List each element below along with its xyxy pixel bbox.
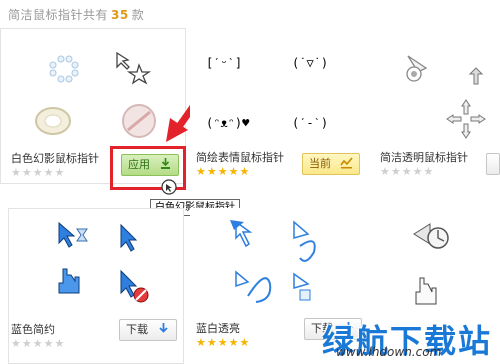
theme-name[interactable]: 简绘表情鼠标指针 [196, 149, 284, 165]
star-icon: ★ [239, 336, 251, 349]
theme-preview[interactable] [9, 35, 179, 147]
star-icon: ★ [239, 165, 251, 178]
theme-preview[interactable] [380, 34, 500, 146]
star-icon: ★ [217, 336, 229, 349]
theme-name[interactable]: 白色幻影鼠标指针 [11, 150, 99, 166]
star-icon: ★ [228, 165, 240, 178]
rating-stars: ★★★★★ [196, 336, 250, 349]
star-icon: ★ [43, 166, 55, 179]
header-suffix: 款 [131, 8, 145, 22]
download-button[interactable] [486, 153, 500, 175]
theme-name[interactable]: 蓝白透亮 [196, 320, 240, 336]
theme-preview[interactable]: [ˊᵕˋ] (˙▽˙) (ᵔᴥᵔ)♥ (ˊ-ˋ) [196, 34, 366, 146]
download-label: 下载 [126, 323, 148, 336]
theme-card-transparent[interactable]: 简洁透明鼠标指针 ★★★★★ [374, 28, 500, 184]
cursor-preview-image [35, 51, 156, 138]
kaomoji-cursor-4: (ˊ-ˋ) [292, 116, 329, 130]
star-icon: ★ [32, 337, 44, 350]
download-button[interactable]: 下载 [119, 319, 177, 341]
star-icon: ★ [217, 165, 229, 178]
site-watermark-url: www.lhdown.com [336, 345, 442, 359]
star-icon: ★ [11, 337, 22, 350]
star-icon: ★ [423, 165, 435, 178]
theme-card-hand[interactable] [374, 208, 500, 318]
cursor-preview-image [406, 55, 486, 139]
rating-stars: ★★★★★ [196, 165, 250, 178]
star-icon: ★ [43, 337, 55, 350]
kaomoji-cursor-3: (ᵔᴥᵔ)♥ [206, 116, 250, 130]
arrow-star-icon [116, 51, 152, 85]
theme-card-blue-simple[interactable]: 蓝色简约 ★★★★★ 下载 [8, 208, 184, 364]
star-icon: ★ [206, 165, 218, 178]
theme-preview[interactable] [13, 213, 181, 317]
star-icon: ★ [54, 337, 66, 350]
theme-name[interactable]: 简洁透明鼠标指针 [380, 149, 468, 165]
star-icon: ★ [412, 165, 424, 178]
star-icon: ★ [21, 337, 33, 350]
star-icon: ★ [390, 165, 402, 178]
star-icon: ★ [196, 336, 207, 349]
star-icon: ★ [21, 166, 33, 179]
star-icon: ★ [380, 165, 391, 178]
star-icon: ★ [401, 165, 413, 178]
theme-name[interactable]: 蓝色简约 [11, 321, 55, 337]
cursor-preview-image [58, 221, 149, 303]
star-icon: ★ [206, 336, 218, 349]
current-button[interactable]: 当前 [302, 153, 360, 175]
cursor-preview-image [413, 223, 449, 305]
rating-stars: ★★★★★ [11, 337, 65, 350]
current-label: 当前 [309, 157, 331, 170]
star-icon: ★ [54, 166, 66, 179]
kaomoji-cursor-2: (˙▽˙) [292, 56, 329, 70]
header-prefix: 简洁鼠标指针共有 [8, 8, 109, 22]
star-icon: ★ [11, 166, 22, 179]
theme-card-kaomoji[interactable]: [ˊᵕˋ] (˙▽˙) (ᵔᴥᵔ)♥ (ˊ-ˋ) 简绘表情鼠标指针 ★★★★★ … [190, 28, 370, 184]
current-check-icon [339, 157, 353, 169]
star-icon: ★ [228, 336, 240, 349]
mouse-cursor-icon [161, 179, 177, 195]
theme-count-header: 简洁鼠标指针共有 35 款 [8, 6, 144, 23]
star-icon: ★ [32, 166, 44, 179]
rating-stars: ★★★★★ [380, 165, 434, 178]
star-icon: ★ [196, 165, 207, 178]
theme-count: 35 [111, 8, 129, 22]
cursor-preview-image [230, 220, 316, 303]
theme-preview[interactable] [196, 212, 366, 316]
download-icon [158, 323, 168, 333]
kaomoji-cursor-1: [ˊᵕˋ] [206, 56, 243, 70]
rating-stars: ★★★★★ [11, 166, 65, 179]
